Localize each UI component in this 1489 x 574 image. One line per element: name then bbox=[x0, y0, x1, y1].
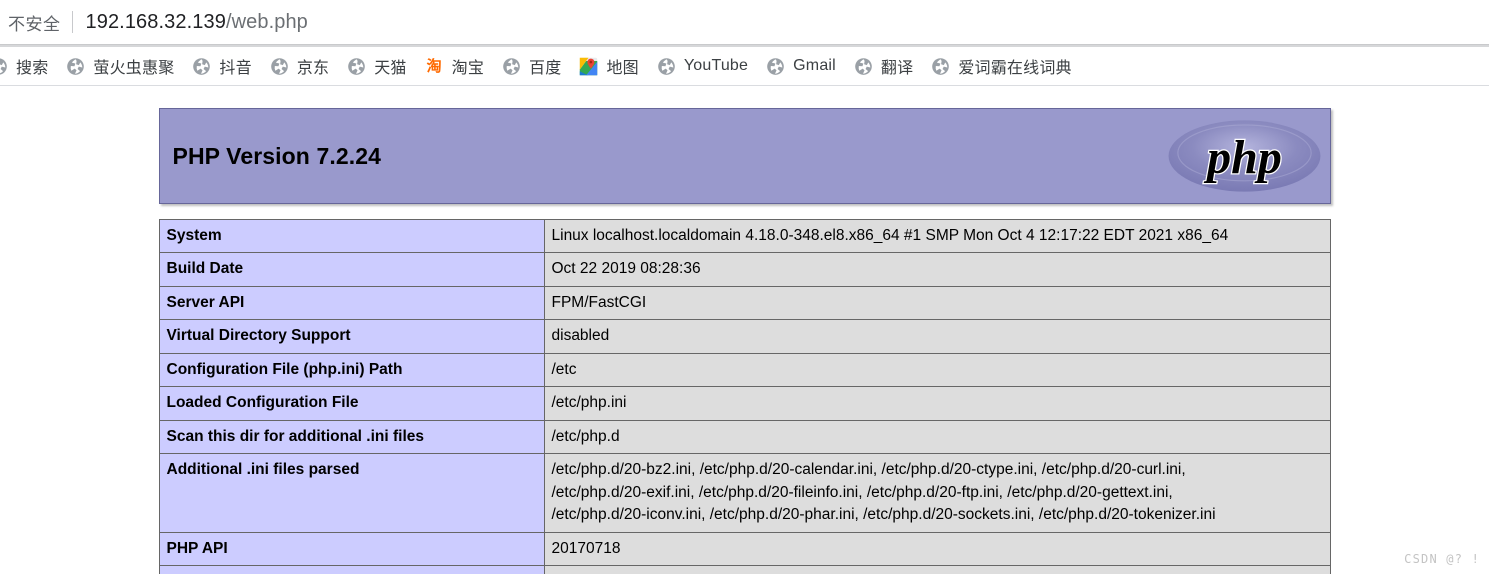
bookmark-item[interactable]: 百度 bbox=[495, 51, 568, 81]
info-value-line: /etc/php.ini bbox=[551, 394, 627, 412]
info-key-cell: Build Date bbox=[158, 252, 545, 287]
bookmark-item[interactable]: 抖音 bbox=[185, 51, 258, 81]
bookmark-label: 搜索 bbox=[16, 60, 49, 77]
bookmarks-bar: 搜索 萤火虫惠聚 抖音 京东 天猫淘淘宝 百度 地图 YouTube Gmail 翻译 爱词霸在线词… bbox=[0, 47, 1489, 85]
info-value-cell: Linux localhost.localdomain 4.18.0-348.e… bbox=[543, 218, 1331, 254]
bookmark-label: 百度 bbox=[529, 60, 562, 77]
info-value-cell: disabled bbox=[543, 319, 1331, 354]
info-value-cell: FPM/FastCGI bbox=[543, 285, 1331, 321]
info-value-line: /etc bbox=[551, 360, 577, 378]
info-key-cell: System bbox=[158, 218, 545, 254]
info-value-cell: /etc bbox=[543, 352, 1331, 388]
table-row: Build Date Oct 22 2019 08:28:36 bbox=[158, 252, 1331, 287]
site-security-chip[interactable]: 不安全 bbox=[8, 10, 61, 35]
svg-text:php: php bbox=[1203, 131, 1282, 184]
table-row: Virtual Directory Support disabled bbox=[158, 319, 1331, 354]
table-row: System Linux localhost.localdomain 4.18.0… bbox=[158, 218, 1331, 254]
bookmark-item[interactable]: 淘淘宝 bbox=[418, 51, 491, 81]
bookmark-item[interactable]: 萤火虫惠聚 bbox=[59, 51, 181, 81]
php-logo-icon: php bbox=[1168, 120, 1320, 192]
info-value-line: disabled bbox=[551, 327, 610, 345]
info-key-cell: Additional .ini files parsed bbox=[158, 453, 545, 533]
globe-icon bbox=[855, 57, 872, 75]
bookmark-item[interactable]: 京东 bbox=[263, 51, 336, 81]
bookmark-item[interactable]: 天猫 bbox=[340, 51, 413, 81]
info-value-cell: 20170718 bbox=[543, 565, 1331, 574]
info-value-line: /etc/php.d/20-bz2.ini, /etc/php.d/20-cal… bbox=[551, 461, 1186, 479]
globe-icon bbox=[503, 57, 520, 75]
bookmark-item[interactable]: 搜索 bbox=[0, 51, 55, 81]
info-key-cell: Configuration File (php.ini) Path bbox=[158, 352, 545, 388]
taobao-icon: 淘 bbox=[426, 57, 442, 75]
bookmark-item[interactable]: YouTube bbox=[650, 51, 755, 81]
table-row: Server API FPM/FastCGI bbox=[158, 285, 1331, 321]
table-row: Additional .ini files parsed/etc/php.d/2… bbox=[158, 453, 1331, 533]
info-value-cell: /etc/php.ini bbox=[543, 386, 1331, 421]
bookmark-label: 地图 bbox=[606, 60, 639, 77]
bookmark-label: 淘宝 bbox=[451, 60, 485, 77]
info-key-cell: PHP API bbox=[158, 531, 545, 567]
phpinfo-table: System Linux localhost.localdomain 4.18.0… bbox=[158, 218, 1331, 574]
bookmark-item[interactable]: 地图 bbox=[572, 51, 645, 81]
omnibox[interactable]: 不安全 192.168.32.139/web.php bbox=[0, 0, 1489, 44]
globe-icon bbox=[932, 57, 950, 75]
table-row: Configuration File (php.ini) Path/etc bbox=[158, 352, 1331, 388]
globe-icon bbox=[767, 57, 784, 75]
info-value-line: FPM/FastCGI bbox=[551, 293, 647, 311]
info-value-line: /etc/php.d bbox=[551, 427, 620, 445]
globe-icon bbox=[0, 57, 7, 75]
php-version-banner: PHP Version 7.2.24 php bbox=[158, 108, 1331, 204]
table-row: PHP Extension20170718 bbox=[158, 565, 1331, 574]
bookmark-label: 萤火虫惠聚 bbox=[93, 60, 175, 77]
globe-icon bbox=[271, 57, 288, 75]
info-key-cell: Server API bbox=[158, 285, 545, 321]
bookmark-item[interactable]: 翻译 bbox=[847, 51, 920, 81]
table-row: Scan this dir for additional .ini files /… bbox=[158, 419, 1331, 455]
php-version-title: PHP Version 7.2.24 bbox=[172, 142, 381, 169]
bookmark-item[interactable]: Gmail bbox=[759, 51, 843, 81]
globe-icon bbox=[193, 57, 211, 75]
info-key-cell: Virtual Directory Support bbox=[158, 319, 545, 354]
google-maps-icon bbox=[580, 57, 598, 75]
bookmark-label: 爱词霸在线词典 bbox=[958, 60, 1072, 77]
globe-icon bbox=[67, 57, 85, 75]
table-row: PHP API 20170718 bbox=[158, 531, 1331, 567]
info-value-line: Oct 22 2019 08:28:36 bbox=[551, 260, 701, 278]
info-value-line: 20170718 bbox=[551, 539, 621, 557]
bookmark-label: 抖音 bbox=[219, 60, 252, 77]
globe-icon bbox=[658, 57, 675, 75]
bookmark-label: 京东 bbox=[296, 60, 330, 77]
info-value-line: /etc/php.d/20-exif.ini, /etc/php.d/20-fi… bbox=[551, 483, 1173, 501]
info-key-cell: Scan this dir for additional .ini files bbox=[158, 419, 545, 455]
info-value-cell: 20170718 bbox=[543, 531, 1331, 567]
omnibox-divider bbox=[71, 11, 73, 33]
bookmark-label: YouTube bbox=[683, 57, 749, 74]
bookmark-label: 天猫 bbox=[374, 60, 407, 77]
info-key-cell: Loaded Configuration File bbox=[158, 386, 545, 421]
info-value-cell: Oct 22 2019 08:28:36 bbox=[543, 252, 1331, 287]
bookmark-label: Gmail bbox=[793, 57, 836, 74]
browser-chrome: 不安全 192.168.32.139/web.php 搜索 萤火虫惠聚 抖音 京东 天猫… bbox=[0, 0, 1489, 86]
page-viewport: PHP Version 7.2.24 php System Linux local… bbox=[0, 86, 1489, 574]
url-text[interactable]: 192.168.32.139/web.php bbox=[86, 11, 308, 34]
bookmark-label: 翻译 bbox=[880, 60, 914, 77]
security-label: 不安全 bbox=[8, 14, 61, 34]
info-value-cell: /etc/php.d/20-bz2.ini, /etc/php.d/20-cal… bbox=[543, 453, 1331, 533]
url-path: /web.php bbox=[225, 10, 308, 33]
bookmark-item[interactable]: 爱词霸在线词典 bbox=[924, 51, 1078, 81]
url-host: 192.168.32.139 bbox=[85, 10, 226, 33]
csdn-watermark: CSDN @? ! bbox=[1404, 552, 1480, 566]
info-value-line: Linux localhost.localdomain 4.18.0-348.e… bbox=[551, 227, 1229, 244]
info-key-cell: PHP Extension bbox=[158, 565, 545, 574]
phpinfo-container: PHP Version 7.2.24 php System Linux local… bbox=[158, 86, 1331, 574]
info-value-line: /etc/php.d/20-iconv.ini, /etc/php.d/20-p… bbox=[551, 506, 1216, 524]
globe-icon bbox=[348, 57, 366, 75]
info-value-cell: /etc/php.d bbox=[543, 419, 1331, 455]
table-row: Loaded Configuration File/etc/php.ini bbox=[158, 386, 1331, 421]
